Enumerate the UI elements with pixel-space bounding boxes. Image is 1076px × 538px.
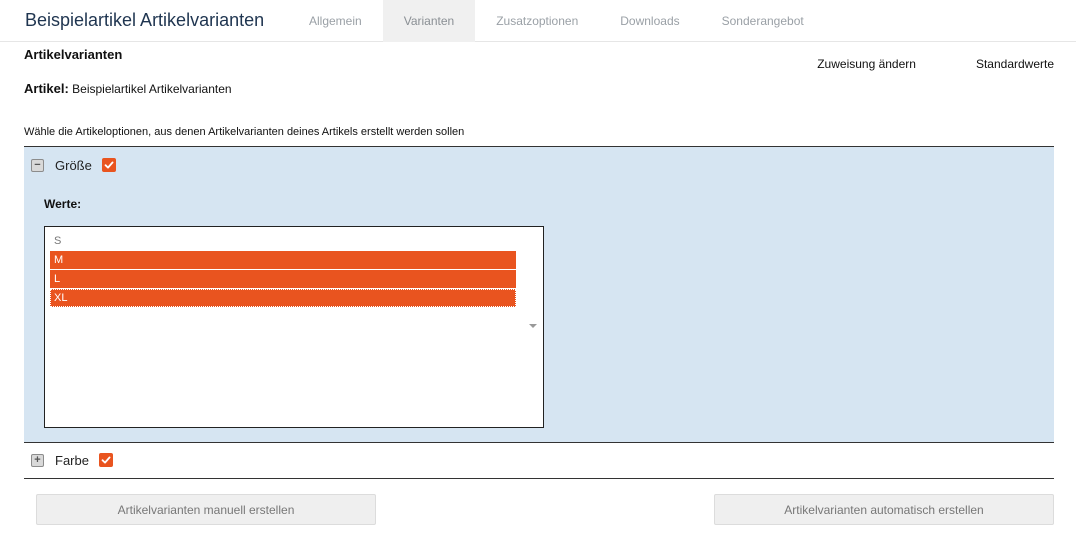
list-item-m[interactable]: M (50, 251, 516, 269)
option-panel-farbe: + Farbe (24, 443, 1054, 479)
tab-bar: Allgemein Varianten Zusatzoptionen Downl… (288, 0, 825, 42)
change-assignment-link[interactable]: Zuweisung ändern (817, 57, 916, 71)
option-panel-groesse: − Größe Werte: S M L XL (24, 146, 1054, 443)
list-item-xl[interactable]: XL (50, 289, 516, 307)
instruction-text: Wähle die Artikeloptionen, aus denen Art… (24, 126, 465, 138)
tab-allgemein[interactable]: Allgemein (288, 0, 383, 42)
check-icon (101, 456, 111, 464)
tab-sonderangebot[interactable]: Sonderangebot (701, 0, 825, 42)
top-header: Beispielartikel Artikelvarianten Allgeme… (0, 0, 1076, 42)
scroll-down-arrow-icon[interactable] (529, 324, 537, 328)
create-variants-auto-button[interactable]: Artikelvarianten automatisch erstellen (714, 494, 1054, 525)
option-checkbox-farbe[interactable] (98, 453, 113, 467)
article-label: Artikel: (24, 81, 69, 96)
page-title: Beispielartikel Artikelvarianten (25, 10, 265, 30)
article-name: Beispielartikel Artikelvarianten (72, 82, 232, 96)
option-header-farbe: + Farbe (31, 452, 113, 468)
list-item-s[interactable]: S (50, 232, 516, 250)
option-name-farbe: Farbe (55, 452, 89, 468)
tab-varianten[interactable]: Varianten (382, 0, 476, 42)
default-values-link[interactable]: Standardwerte (976, 57, 1054, 71)
values-label: Werte: (44, 197, 82, 211)
section-title: Artikelvarianten (24, 47, 123, 62)
article-info: Artikel: Beispielartikel Artikelvariante… (24, 81, 232, 96)
option-checkbox-groesse[interactable] (101, 158, 116, 172)
check-icon (104, 161, 114, 169)
option-header-groesse: − Größe (31, 157, 116, 173)
tab-downloads[interactable]: Downloads (599, 0, 700, 42)
values-listbox[interactable]: S M L XL (44, 226, 544, 428)
list-item-l[interactable]: L (50, 270, 516, 288)
collapse-icon[interactable]: − (31, 158, 44, 172)
section-actions: Zuweisung ändern Standardwerte (817, 57, 1054, 71)
create-variants-manual-button[interactable]: Artikelvarianten manuell erstellen (36, 494, 376, 525)
option-name-groesse: Größe (55, 157, 92, 173)
tab-zusatzoptionen[interactable]: Zusatzoptionen (475, 0, 599, 42)
expand-icon[interactable]: + (31, 453, 44, 467)
